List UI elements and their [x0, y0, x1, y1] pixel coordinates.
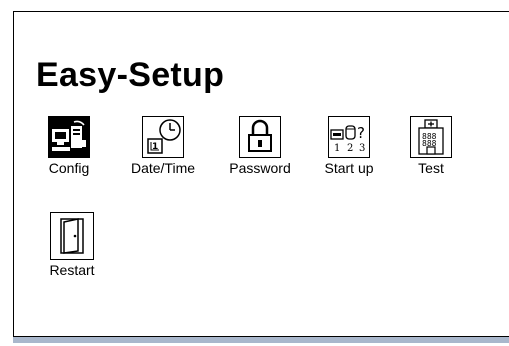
tile-label: Config	[48, 160, 90, 176]
test-icon-box[interactable]: 888 888	[410, 116, 452, 158]
tile-config[interactable]: Config	[43, 116, 95, 176]
date-time-icon-box[interactable]: 1	[142, 116, 184, 158]
start-up-icon-box[interactable]: ? 1 2 3	[328, 116, 370, 158]
tile-start-up[interactable]: ? 1 2 3 Start up	[314, 116, 384, 176]
svg-text:1: 1	[334, 143, 340, 154]
tile-password[interactable]: Password	[218, 116, 302, 176]
tile-label: Restart	[49, 262, 95, 278]
svg-text:3: 3	[359, 143, 365, 154]
building-test-icon: 888 888	[418, 119, 444, 155]
clock-calendar-icon: 1	[147, 119, 181, 154]
page-title: Easy-Setup	[36, 56, 225, 94]
tile-restart[interactable]: Restart	[44, 212, 100, 278]
password-icon-box[interactable]	[239, 116, 281, 158]
svg-text:1: 1	[152, 142, 158, 152]
config-icon-box[interactable]	[48, 116, 90, 158]
door-restart-icon	[60, 218, 84, 254]
computer-config-icon	[52, 120, 86, 151]
tile-label: Start up	[324, 160, 374, 176]
tile-label: Test	[418, 160, 444, 176]
padlock-icon	[248, 119, 272, 152]
tile-test[interactable]: 888 888 Test	[405, 116, 457, 176]
tile-date-time[interactable]: 1 Date/Time	[122, 116, 204, 176]
tile-label: Date/Time	[130, 160, 196, 176]
svg-text:?: ?	[357, 124, 365, 142]
startup-sequence-icon: ? 1 2 3	[330, 124, 365, 154]
svg-text:2: 2	[347, 143, 353, 154]
tile-label: Password	[229, 160, 291, 176]
restart-icon-box[interactable]	[50, 212, 94, 260]
bottom-status-bar	[13, 337, 509, 343]
